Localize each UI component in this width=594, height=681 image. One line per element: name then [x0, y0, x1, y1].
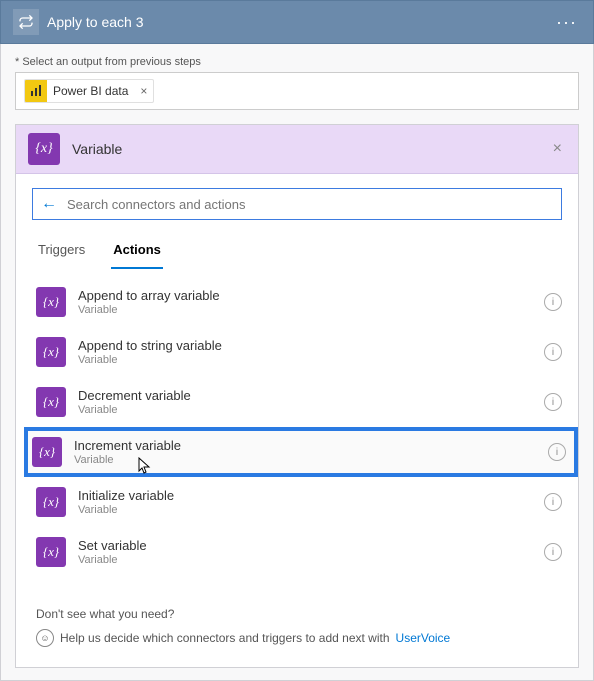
variable-icon: {x} — [32, 437, 62, 467]
actions-list: {x} Append to array variable Variable i … — [16, 269, 578, 593]
search-input[interactable] — [65, 196, 553, 213]
action-text: Initialize variable Variable — [78, 488, 544, 517]
action-title: Initialize variable — [78, 488, 544, 505]
info-icon[interactable]: i — [544, 393, 562, 411]
uservoice-link[interactable]: UserVoice — [396, 631, 451, 645]
output-field-label: * Select an output from previous steps — [15, 56, 579, 68]
variable-icon: {x} — [36, 487, 66, 517]
tabs: Triggers Actions — [16, 228, 578, 269]
action-initialize-variable[interactable]: {x} Initialize variable Variable i — [28, 477, 574, 527]
action-title: Increment variable — [74, 438, 548, 455]
action-subtitle: Variable — [78, 304, 544, 316]
action-append-to-string-variable[interactable]: {x} Append to string variable Variable i — [28, 327, 574, 377]
info-icon[interactable]: i — [544, 543, 562, 561]
action-append-to-array-variable[interactable]: {x} Append to array variable Variable i — [28, 277, 574, 327]
action-decrement-variable[interactable]: {x} Decrement variable Variable i — [28, 377, 574, 427]
close-icon[interactable]: × — [549, 136, 566, 162]
output-field[interactable]: Power BI data × — [15, 72, 579, 110]
action-text: Decrement variable Variable — [78, 388, 544, 417]
back-arrow-icon[interactable]: ← — [41, 195, 57, 213]
action-subtitle: Variable — [78, 504, 544, 516]
token-text: Power BI data — [47, 84, 134, 98]
action-text: Append to string variable Variable — [78, 338, 544, 367]
panel-header: {x} Variable × — [16, 125, 578, 174]
token-chip: Power BI data × — [24, 79, 154, 103]
action-text: Set variable Variable — [78, 538, 544, 567]
powerbi-icon — [25, 80, 47, 102]
variable-icon: {x} — [28, 133, 60, 165]
action-picker-panel: {x} Variable × ← Triggers Actions {x} Ap… — [15, 124, 579, 668]
footer-text: Help us decide which connectors and trig… — [60, 631, 390, 645]
action-text: Increment variable Variable — [74, 438, 548, 467]
info-icon[interactable]: i — [544, 493, 562, 511]
variable-icon: {x} — [36, 537, 66, 567]
action-text: Append to array variable Variable — [78, 288, 544, 317]
action-title: Set variable — [78, 538, 544, 555]
footer-help: Don't see what you need? ☺ Help us decid… — [16, 593, 578, 667]
action-subtitle: Variable — [74, 454, 548, 466]
variable-icon: {x} — [36, 387, 66, 417]
smiley-icon: ☺ — [36, 629, 54, 647]
action-increment-variable[interactable]: {x} Increment variable Variable i — [24, 427, 578, 477]
variable-icon: {x} — [36, 287, 66, 317]
variable-icon: {x} — [36, 337, 66, 367]
action-set-variable[interactable]: {x} Set variable Variable i — [28, 527, 574, 577]
more-menu-icon[interactable]: ··· — [552, 12, 581, 33]
search-box[interactable]: ← — [32, 188, 562, 220]
action-subtitle: Variable — [78, 354, 544, 366]
tab-actions[interactable]: Actions — [111, 236, 163, 269]
step-header: Apply to each 3 ··· — [0, 0, 594, 44]
action-title: Append to array variable — [78, 288, 544, 305]
action-subtitle: Variable — [78, 404, 544, 416]
action-title: Decrement variable — [78, 388, 544, 405]
tab-triggers[interactable]: Triggers — [36, 236, 87, 269]
panel-title: Variable — [72, 141, 549, 157]
info-icon[interactable]: i — [544, 293, 562, 311]
token-remove-icon[interactable]: × — [134, 84, 153, 98]
step-title: Apply to each 3 — [47, 14, 552, 30]
info-icon[interactable]: i — [548, 443, 566, 461]
action-subtitle: Variable — [78, 554, 544, 566]
action-title: Append to string variable — [78, 338, 544, 355]
step-body: * Select an output from previous steps P… — [0, 44, 594, 681]
loop-icon — [13, 9, 39, 35]
footer-line: ☺ Help us decide which connectors and tr… — [36, 629, 558, 647]
info-icon[interactable]: i — [544, 343, 562, 361]
